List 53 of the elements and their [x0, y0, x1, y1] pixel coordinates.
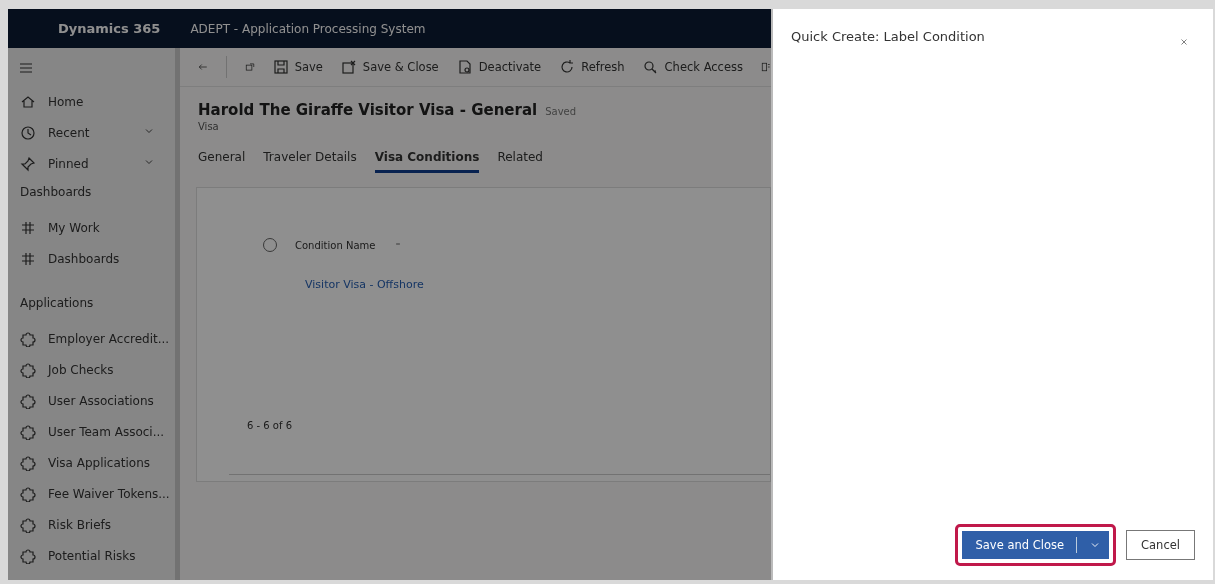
product-name: Dynamics 365	[58, 21, 161, 36]
puzzle-icon	[20, 361, 36, 378]
nav-item[interactable]: User Team Associ...	[48, 424, 165, 439]
nav-item[interactable]: Pinned	[48, 156, 89, 171]
refresh-icon	[559, 59, 576, 75]
puzzle-icon	[20, 423, 36, 440]
nav-item[interactable]: Fee Waiver Tokens...	[48, 486, 170, 501]
nav-item[interactable]: My Work	[48, 220, 100, 235]
form-tab[interactable]: General	[198, 150, 246, 173]
form-tab[interactable]: Related	[497, 150, 543, 173]
form-tab[interactable]: Traveler Details	[263, 150, 357, 173]
nav-item[interactable]: Employer Accredit...	[48, 331, 170, 346]
nav-item[interactable]: Risk Briefs	[48, 517, 112, 532]
record-link[interactable]: Visitor Visa - Offshore	[305, 278, 424, 291]
nav-item[interactable]: Dashboards	[48, 251, 120, 266]
save-and-close-button[interactable]: Save and Close	[961, 531, 1110, 559]
save-status: Saved	[545, 106, 577, 117]
document-icon	[456, 59, 473, 75]
grid-icon	[20, 219, 36, 236]
command-button[interactable]: Check Access	[642, 59, 743, 75]
save-icon	[272, 59, 289, 75]
puzzle-icon	[20, 454, 36, 471]
pin-icon	[20, 155, 36, 172]
puzzle-icon	[20, 330, 36, 347]
clock-icon	[20, 124, 36, 141]
command-button[interactable]: Save & Close	[340, 59, 439, 75]
grid-icon	[20, 250, 36, 267]
dialog-title: Quick Create: Label Condition	[791, 29, 985, 44]
nav-item[interactable]: Home	[48, 94, 84, 109]
puzzle-icon	[20, 547, 36, 564]
section-heading: Applications	[19, 295, 95, 312]
nav-item[interactable]: Job Checks	[48, 362, 114, 377]
command-button[interactable]: Deactivate	[456, 59, 542, 75]
section-heading: Dashboards	[19, 184, 93, 201]
command-button[interactable]: Save	[272, 59, 323, 75]
save-close-icon	[340, 59, 357, 75]
nav-item[interactable]: User Associations	[48, 393, 154, 408]
nav-item[interactable]: Visa Applications	[48, 455, 150, 470]
nav-item[interactable]: Potential Risks	[48, 548, 136, 563]
close-icon	[1179, 37, 1189, 47]
app-name: ADEPT - Application Processing System	[190, 21, 426, 36]
nav-item[interactable]: Recent	[48, 125, 90, 140]
puzzle-icon	[20, 516, 36, 533]
record-title: Harold The Giraffe Visitor Visa - General	[198, 101, 538, 119]
command-button[interactable]: Refresh	[559, 59, 625, 75]
menu-icon	[18, 60, 34, 76]
form-tab[interactable]: Visa Conditions	[374, 150, 480, 173]
cancel-button[interactable]: Cancel	[1126, 530, 1195, 560]
entity-name: Visa	[198, 121, 220, 132]
column-header[interactable]: Condition Name	[295, 239, 376, 251]
puzzle-icon	[20, 485, 36, 502]
pager-text: 6 - 6 of 6	[247, 420, 293, 431]
puzzle-icon	[20, 392, 36, 409]
